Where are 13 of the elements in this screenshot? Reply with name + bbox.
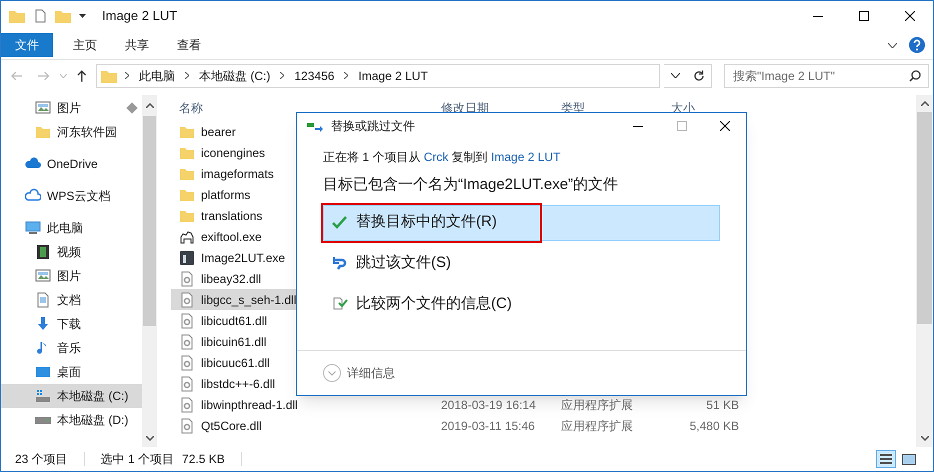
selection-info: 选中 1 个项目 bbox=[100, 451, 174, 468]
table-cell-text: 2019-03-11 15:46 bbox=[440, 418, 536, 434]
copy-info: 正在将 1 个项目从 Crck 复制到 Image 2 LUT bbox=[323, 149, 562, 166]
table-cell-text: 5,480 KB bbox=[688, 418, 739, 434]
table-cell-text: 应用程序扩展 bbox=[560, 418, 634, 434]
table-cell-text: 2018-03-19 16:14 bbox=[440, 396, 537, 414]
table-cell-text: 应用程序扩展 bbox=[560, 396, 634, 414]
dialog-heading: 目标已包含一个名为“Image2LUT.exe”的文件 bbox=[323, 175, 620, 195]
window-title: Image 2 LUT bbox=[102, 7, 178, 26]
dialog-title: 替换或跳过文件 bbox=[331, 118, 415, 135]
table-cell-text: 51 KB bbox=[705, 396, 739, 414]
selection-size: 72.5 KB bbox=[182, 451, 225, 468]
item-count: 23 个项目 bbox=[15, 451, 68, 468]
